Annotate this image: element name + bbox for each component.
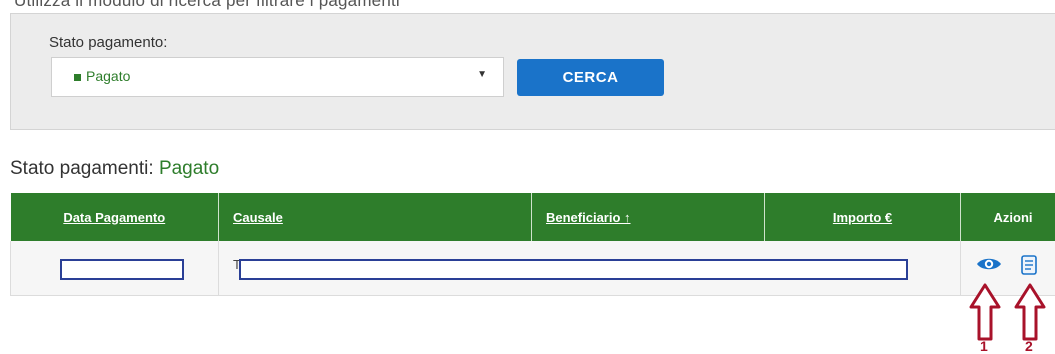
status-bullet-icon — [74, 74, 81, 81]
payment-status-label: Stato pagamento: — [49, 34, 167, 51]
eye-icon[interactable] — [976, 255, 1002, 278]
status-title: Stato pagamenti: Pagato — [10, 158, 219, 180]
filter-heading: Utilizza il modulo di ricerca per filtra… — [14, 0, 400, 11]
payment-status-select[interactable]: Pagato ▼ — [51, 57, 504, 97]
redacted-date — [60, 259, 184, 280]
filter-panel: Stato pagamento: Pagato ▼ CERCA — [10, 13, 1055, 130]
column-header-beneficiario[interactable]: Beneficiario ↑ — [532, 193, 765, 241]
annotation-arrow-2-icon — [1014, 283, 1046, 341]
cell-data-pagamento — [11, 241, 219, 296]
table-row: T — [11, 241, 1055, 296]
table-header-row: Data Pagamento Causale Beneficiario ↑ Im… — [11, 193, 1055, 241]
search-button[interactable]: CERCA — [517, 59, 664, 96]
column-header-importo[interactable]: Importo € — [765, 193, 961, 241]
column-header-data-pagamento[interactable]: Data Pagamento — [11, 193, 219, 241]
column-header-azioni: Azioni — [961, 193, 1055, 241]
chevron-down-icon: ▼ — [477, 69, 487, 80]
cell-causale-beneficiario-importo: T — [219, 241, 961, 296]
column-header-causale[interactable]: Causale — [219, 193, 532, 241]
receipt-icon[interactable] — [1021, 255, 1037, 280]
status-title-prefix: Stato pagamenti: — [10, 158, 154, 179]
status-title-value: Pagato — [159, 158, 219, 179]
payment-status-selected: Pagato — [86, 68, 130, 84]
redacted-causale — [239, 259, 908, 280]
payments-table: Data Pagamento Causale Beneficiario ↑ Im… — [10, 193, 1055, 296]
annotation-arrow-1-icon — [969, 283, 1001, 341]
